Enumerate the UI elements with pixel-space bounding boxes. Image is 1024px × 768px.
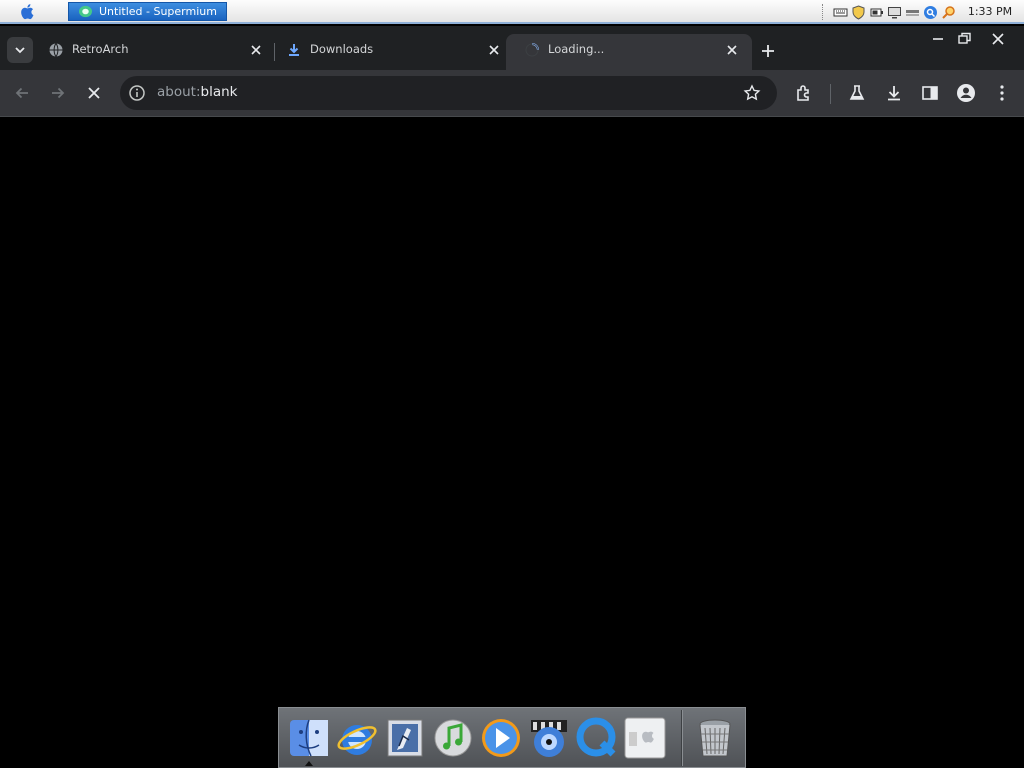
system-tray <box>822 3 956 21</box>
url-host: blank <box>200 84 238 100</box>
minimize-icon[interactable] <box>928 30 948 48</box>
application-dock <box>278 707 746 768</box>
keyboard-icon[interactable] <box>833 5 848 20</box>
system-menu-bar: Untitled - Supermium 1:33 PM <box>0 0 1024 24</box>
side-panel-icon[interactable] <box>919 82 941 104</box>
bootcamp-icon[interactable] <box>623 716 667 760</box>
itunes-icon[interactable] <box>431 716 475 760</box>
url-scheme: about: <box>157 84 201 100</box>
magnifier-icon[interactable] <box>941 5 956 20</box>
download-icon <box>289 44 299 56</box>
page-content[interactable] <box>0 117 1024 707</box>
active-window-task-button[interactable]: Untitled - Supermium <box>68 2 227 21</box>
menu-icon[interactable] <box>991 82 1013 104</box>
close-tab-icon[interactable] <box>486 42 502 58</box>
media-player-icon[interactable] <box>479 716 523 760</box>
shield-icon[interactable] <box>851 4 866 20</box>
new-tab-button[interactable] <box>758 41 778 61</box>
network-icon[interactable] <box>905 5 920 20</box>
window-controls <box>928 30 1008 48</box>
tray-separator <box>822 4 824 20</box>
close-tab-icon[interactable] <box>248 42 264 58</box>
labs-icon[interactable] <box>846 82 868 104</box>
running-indicator-icon <box>305 761 313 766</box>
browser-toolbar: about:blank <box>0 70 1024 117</box>
tab-title: RetroArch <box>72 42 129 56</box>
info-icon[interactable] <box>128 84 146 102</box>
dvd-player-icon[interactable] <box>527 716 571 760</box>
supermium-icon <box>79 5 92 18</box>
search-icon[interactable] <box>923 5 938 20</box>
spinner-icon <box>525 43 539 57</box>
close-tab-icon[interactable] <box>724 42 740 58</box>
dock-separator <box>681 710 683 766</box>
quicktime-icon[interactable] <box>575 716 619 760</box>
apple-logo-icon[interactable] <box>18 2 38 21</box>
active-window-title: Untitled - Supermium <box>99 5 217 18</box>
tab-title: Downloads <box>310 42 374 56</box>
back-arrow-icon[interactable] <box>11 82 33 104</box>
extensions-icon[interactable] <box>793 82 815 104</box>
address-bar[interactable]: about:blank <box>120 76 777 110</box>
tab-loading[interactable]: Loading... <box>506 34 752 70</box>
clock[interactable]: 1:33 PM <box>960 0 1020 24</box>
battery-icon[interactable] <box>869 5 884 20</box>
trash-icon[interactable] <box>693 716 737 760</box>
tab-title: Loading... <box>548 42 605 56</box>
url-text[interactable]: about:blank <box>157 84 237 100</box>
tab-downloads[interactable]: Downloads <box>266 34 512 70</box>
finder-icon[interactable] <box>287 716 331 760</box>
monitor-icon[interactable] <box>887 5 902 20</box>
stop-icon[interactable] <box>83 82 105 104</box>
mail-icon[interactable] <box>383 716 427 760</box>
internet-explorer-icon[interactable] <box>335 716 379 760</box>
browser-tab-strip: RetroArch Downloads Loading... <box>0 26 1024 70</box>
bookmark-star-icon[interactable] <box>743 84 761 102</box>
profile-icon[interactable] <box>955 82 977 104</box>
close-window-icon[interactable] <box>988 30 1008 48</box>
toolbar-separator <box>830 84 831 104</box>
downloads-icon[interactable] <box>883 82 905 104</box>
globe-icon <box>49 43 63 57</box>
restore-icon[interactable] <box>954 30 974 48</box>
tab-retroarch[interactable]: RetroArch <box>28 34 274 70</box>
forward-arrow-icon[interactable] <box>47 82 69 104</box>
